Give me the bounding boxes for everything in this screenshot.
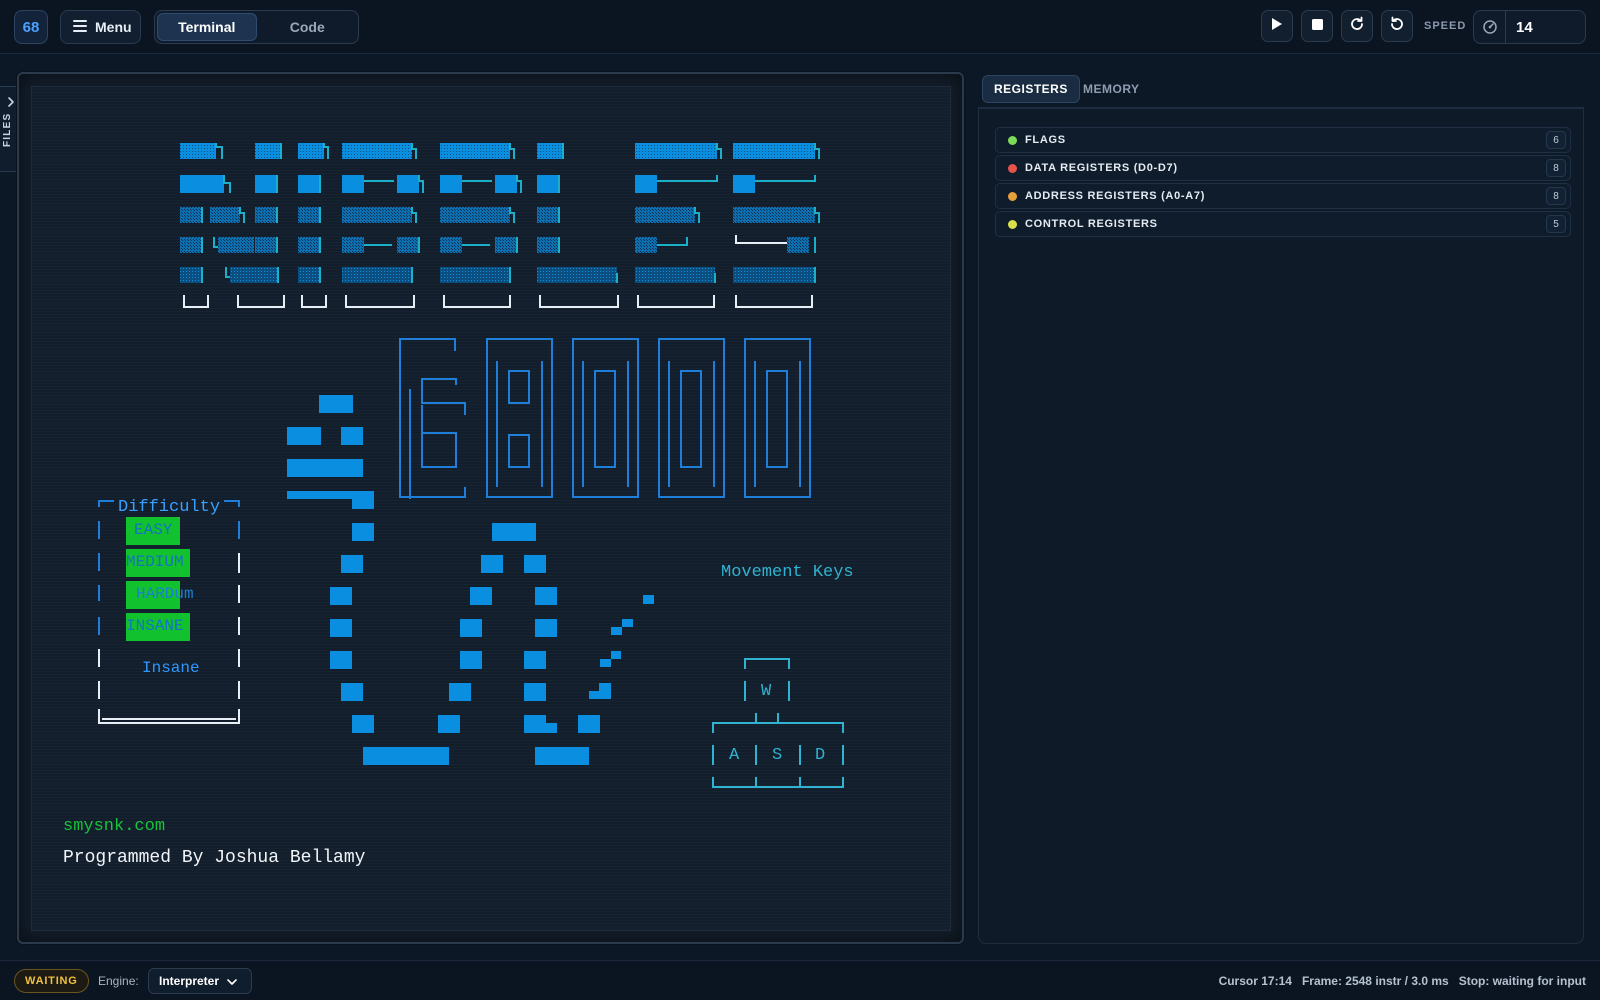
- status-bar: WAITING Engine: Interpreter Cursor 17:14…: [0, 960, 1600, 1000]
- play-icon: [1271, 17, 1283, 36]
- key-a: A: [729, 746, 740, 765]
- stop-reason: Stop: waiting for input: [1458, 974, 1586, 988]
- difficulty-current: Insane: [142, 659, 200, 677]
- registers-panel: FLAGS 6 DATA REGISTERS (D0-D7) 8 ADDRESS…: [978, 108, 1584, 944]
- hamburger-icon: [73, 19, 87, 35]
- cursor-position: Cursor 17:14: [1218, 974, 1292, 988]
- status-dot-icon: [1008, 163, 1017, 173]
- gauge-icon: [1474, 11, 1506, 43]
- section-count: 5: [1546, 215, 1566, 233]
- run-status-badge: WAITING: [14, 969, 89, 993]
- tab-registers[interactable]: REGISTERS: [982, 75, 1080, 103]
- section-count: 8: [1546, 159, 1566, 177]
- difficulty-option-medium[interactable]: MEDIUM: [126, 553, 184, 571]
- redo-icon: [1349, 16, 1365, 37]
- run-button[interactable]: [1261, 10, 1293, 42]
- app-logo: 68: [14, 10, 48, 44]
- engine-value: Interpreter: [159, 974, 220, 988]
- view-tabs: Terminal Code: [154, 10, 359, 44]
- status-dot-icon: [1008, 135, 1017, 145]
- register-section-address[interactable]: ADDRESS REGISTERS (A0-A7) 8: [995, 183, 1571, 209]
- reset-icon: [1389, 16, 1405, 37]
- tab-code[interactable]: Code: [259, 13, 357, 41]
- tab-terminal[interactable]: Terminal: [157, 13, 257, 41]
- reset-button[interactable]: [1381, 10, 1413, 42]
- difficulty-option-hard[interactable]: HARDum: [136, 585, 194, 603]
- menu-label: Menu: [95, 19, 132, 35]
- status-dot-icon: [1008, 191, 1017, 201]
- section-label: FLAGS: [1025, 134, 1066, 146]
- key-s: S: [772, 746, 783, 765]
- speed-input[interactable]: 14: [1473, 10, 1586, 44]
- difficulty-option-insane[interactable]: INSANE: [126, 617, 184, 635]
- credit-line: Programmed By Joshua Bellamy: [63, 848, 366, 868]
- section-count: 6: [1546, 131, 1566, 149]
- chevron-down-icon: [227, 974, 237, 988]
- pixel-art-glyph: [287, 395, 654, 765]
- status-dot-icon: [1008, 219, 1017, 229]
- stop-button[interactable]: [1301, 10, 1333, 42]
- top-toolbar: 68 Menu Terminal Code SPEED 14: [0, 0, 1600, 54]
- chevron-right-icon: [6, 95, 16, 113]
- terminal-screen[interactable]: Difficulty EASY MEDIUM HARDum INSANE Ins…: [31, 86, 951, 931]
- stop-icon: [1311, 17, 1323, 35]
- status-info: Cursor 17:14 Frame: 2548 instr / 3.0 ms …: [1219, 974, 1586, 988]
- menu-button[interactable]: Menu: [60, 10, 141, 44]
- inspector-tabs: REGISTERS MEMORY: [978, 70, 1584, 108]
- register-section-control[interactable]: CONTROL REGISTERS 5: [995, 211, 1571, 237]
- section-label: ADDRESS REGISTERS (A0-A7): [1025, 190, 1206, 202]
- section-label: CONTROL REGISTERS: [1025, 218, 1158, 230]
- section-count: 8: [1546, 187, 1566, 205]
- speed-label: SPEED: [1424, 20, 1467, 32]
- tab-memory[interactable]: MEMORY: [1072, 75, 1151, 103]
- difficulty-option-easy[interactable]: EASY: [134, 521, 172, 539]
- register-section-flags[interactable]: FLAGS 6: [995, 127, 1571, 153]
- key-w: W: [761, 682, 772, 701]
- movement-keys-title: Movement Keys: [721, 563, 854, 582]
- difficulty-title: Difficulty: [118, 498, 221, 517]
- movement-keys-graphic: [712, 658, 844, 788]
- key-d: D: [815, 746, 826, 765]
- site-link: smysnk.com: [63, 817, 166, 836]
- files-label: FILES: [2, 112, 13, 147]
- register-section-data[interactable]: DATA REGISTERS (D0-D7) 8: [995, 155, 1571, 181]
- engine-label: Engine:: [98, 974, 139, 988]
- title-logo: [180, 143, 820, 308]
- model-number-68000: [399, 338, 811, 499]
- speed-value: 14: [1516, 18, 1533, 36]
- step-button[interactable]: [1341, 10, 1373, 42]
- frame-stats: Frame: 2548 instr / 3.0 ms: [1301, 974, 1449, 988]
- engine-select[interactable]: Interpreter: [148, 968, 252, 994]
- section-label: DATA REGISTERS (D0-D7): [1025, 162, 1178, 174]
